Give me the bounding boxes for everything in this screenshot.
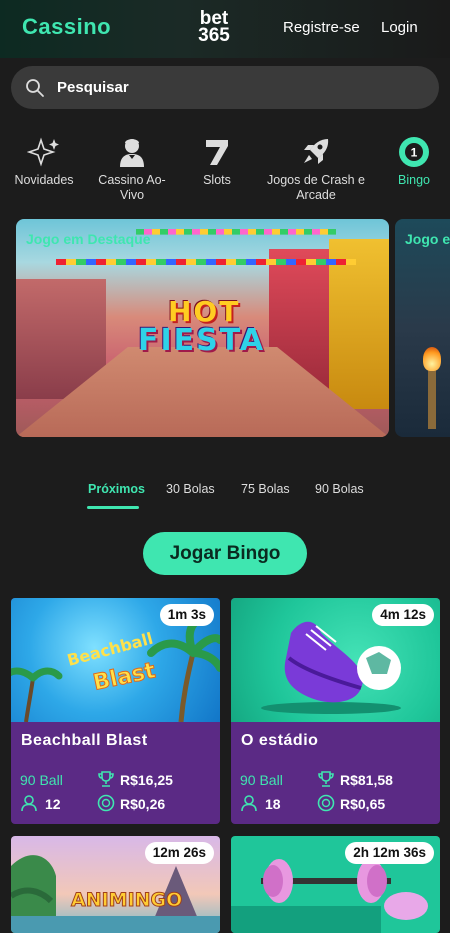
- ball-type: 90 Ball: [240, 772, 283, 788]
- players-count: 18: [265, 796, 281, 812]
- players-icon: [241, 795, 257, 812]
- prize-value: R$81,58: [340, 772, 393, 788]
- login-link[interactable]: Login: [381, 19, 418, 36]
- game-card-animingo[interactable]: ANIMINGO 12m 26s: [11, 836, 220, 933]
- game-card-dumbbell[interactable]: 2h 12m 36s: [231, 836, 440, 933]
- svg-text:1: 1: [411, 146, 418, 160]
- search-bar[interactable]: [11, 66, 439, 109]
- players-count: 12: [45, 796, 61, 812]
- register-link[interactable]: Registre-se: [283, 19, 360, 36]
- category-label: Cassino Ao-Vivo: [98, 173, 166, 202]
- category-novidades[interactable]: Novidades: [10, 136, 78, 188]
- dealer-icon: [120, 139, 144, 167]
- bet365-logo[interactable]: bet 365: [193, 9, 235, 46]
- countdown-badge: 1m 3s: [159, 604, 214, 626]
- ball-type: 90 Ball: [20, 772, 63, 788]
- sparkle-icon: [27, 137, 59, 167]
- flame-icon: [423, 347, 441, 371]
- countdown-badge: 2h 12m 36s: [345, 842, 434, 864]
- bingo-ball-icon: 1: [399, 137, 429, 167]
- seven-icon: [206, 140, 228, 165]
- featured-label-next: Jogo e: [405, 231, 450, 247]
- active-tab-indicator: [87, 506, 139, 509]
- category-label: Slots: [203, 173, 231, 187]
- players-icon: [21, 795, 37, 812]
- chip-icon: [97, 794, 115, 812]
- top-header: Cassino bet 365 Registre-se Login: [0, 0, 450, 58]
- ticket-cost: R$0,26: [120, 796, 166, 812]
- banner-bunting-2: [136, 229, 336, 235]
- animingo-title: ANIMINGO: [71, 889, 182, 911]
- hot-fiesta-logo-line-2: FIESTA: [138, 323, 266, 358]
- tab-30-bolas[interactable]: 30 Bolas: [166, 482, 215, 496]
- search-icon: [26, 79, 44, 97]
- trophy-icon: [318, 771, 334, 787]
- game-card-beachball-blast[interactable]: Beachball Blast 1m 3s Beachball Blast 90…: [11, 598, 220, 824]
- art-title-line-2: Blast: [91, 658, 158, 696]
- category-slots[interactable]: Slots: [190, 136, 244, 188]
- game-title: Beachball Blast: [21, 732, 148, 749]
- tab-proximos[interactable]: Próximos: [88, 482, 145, 496]
- category-label: Bingo: [398, 173, 430, 187]
- prize-value: R$16,25: [120, 772, 173, 788]
- torch: [428, 369, 436, 429]
- category-label: Jogos de Crash e Arcade: [267, 173, 365, 202]
- featured-label: Jogo em Destaque: [26, 231, 151, 247]
- category-crash-arcade[interactable]: Jogos de Crash e Arcade: [262, 136, 370, 203]
- game-card-o-estadio[interactable]: 4m 12s O estádio 90 Ball R$81,58 18 R$0,…: [231, 598, 440, 824]
- logo-line-2: 365: [198, 25, 230, 46]
- chip-icon: [317, 794, 335, 812]
- tab-90-bolas[interactable]: 90 Bolas: [315, 482, 364, 496]
- featured-game-banner-next[interactable]: Jogo e: [395, 219, 450, 437]
- tab-75-bolas[interactable]: 75 Bolas: [241, 482, 290, 496]
- brand-title[interactable]: Cassino: [22, 14, 111, 40]
- countdown-badge: 4m 12s: [372, 604, 434, 626]
- category-bingo[interactable]: 1 Bingo: [388, 136, 440, 188]
- countdown-badge: 12m 26s: [144, 842, 214, 864]
- play-bingo-button[interactable]: Jogar Bingo: [143, 532, 307, 575]
- search-input[interactable]: [57, 79, 357, 96]
- game-title: O estádio: [241, 732, 319, 749]
- category-label: Novidades: [14, 173, 74, 187]
- rocket-icon: [304, 139, 329, 164]
- featured-game-banner[interactable]: HOT FIESTA Jogo em Destaque: [16, 219, 389, 437]
- category-cassino-ao-vivo[interactable]: Cassino Ao-Vivo: [92, 136, 172, 203]
- trophy-icon: [98, 771, 114, 787]
- ticket-cost: R$0,65: [340, 796, 386, 812]
